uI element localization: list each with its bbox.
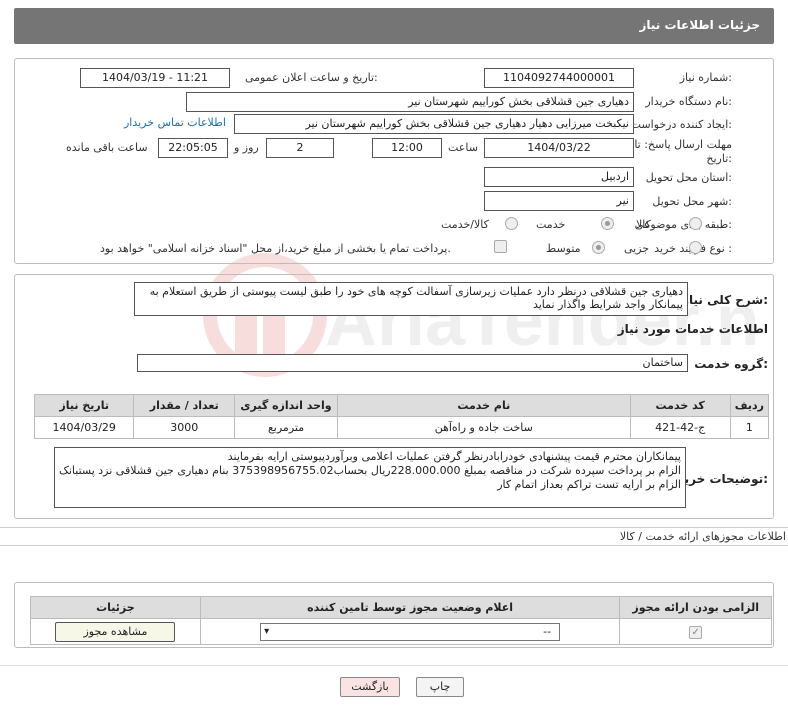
deadline-label-2: تاریخ: <box>706 152 732 165</box>
deadline-date-field: 1404/03/22 <box>484 138 634 158</box>
cell-permit-status: -- ▾ <box>199 618 621 645</box>
category-radio-goods-service[interactable] <box>505 217 518 230</box>
city-field: نیر <box>484 191 634 211</box>
permits-divider <box>0 527 788 528</box>
actions-bar <box>0 665 788 666</box>
info-panel <box>14 58 774 264</box>
table-row: 1404/03/29 3000 مترمربع ساخت جاده و راه‌… <box>33 416 770 439</box>
cell-service-code: ج-42-421 <box>629 416 731 439</box>
permit-status-value: -- <box>543 624 552 638</box>
deadline-time-label: ساعت <box>448 141 478 154</box>
buyer-notes-textarea: پیمانکاران محترم قیمت پیشنهادی خودرابادر… <box>54 447 686 508</box>
buyer-notes-line: پیمانکاران محترم قیمت پیشنهادی خودرابادر… <box>227 450 681 463</box>
remaining-time-field: 22:05:05 <box>158 138 228 158</box>
city-label: شهر محل تحویل: <box>652 195 732 208</box>
process-option-medium: متوسط <box>546 242 581 255</box>
buyer-notes-line: الزام بر پرداخت سپردە شرکت در مناقصه بمب… <box>59 464 681 477</box>
cell-quantity: 3000 <box>133 416 236 439</box>
view-permit-button[interactable]: مشاهده مجوز <box>55 621 176 642</box>
col-details: جزئیات <box>30 596 201 619</box>
col-service-name: نام خدمت <box>336 394 631 417</box>
category-option-service: خدمت <box>536 218 566 231</box>
days-label: روز و <box>234 141 259 154</box>
permits-table: جزئیات اعلام وضعیت مجوز توسط تامین کننده… <box>30 596 772 645</box>
service-group-label: گروه خدمت: <box>694 357 768 371</box>
back-button[interactable]: بازگشت <box>340 677 400 697</box>
col-row: ردیف <box>729 394 770 417</box>
print-button[interactable]: چاپ <box>416 677 464 697</box>
permits-header-row: جزئیات اعلام وضعیت مجوز توسط تامین کننده… <box>30 596 772 619</box>
announce-label: تاریخ و ساعت اعلان عمومی: <box>245 71 378 84</box>
buyer-notes-line: الزام بر ارایه تست تراکم بعداز اتمام کار <box>497 478 681 491</box>
need-number-label: شماره نیاز: <box>679 71 732 84</box>
need-number-field: 1104092744000001 <box>484 68 634 88</box>
category-radio-service[interactable] <box>601 217 614 230</box>
cell-permit-required: ✓ <box>619 618 772 645</box>
province-label: استان محل تحویل: <box>645 171 732 184</box>
summary-label: شرح کلی نیاز: <box>682 293 768 307</box>
process-option-minor: جزیی <box>624 242 650 255</box>
chevron-down-icon: ▾ <box>264 625 270 637</box>
process-radio-medium[interactable] <box>592 241 605 254</box>
payment-note: پرداخت تمام یا بخشی از مبلغ خرید،از محل … <box>100 242 451 255</box>
process-radio-minor[interactable] <box>689 241 702 254</box>
page-header: جزئیات اطلاعات نیاز <box>14 8 774 44</box>
services-header-row: تاریخ نیاز تعداد / مقدار واحد اندازه گیر… <box>33 394 770 417</box>
col-service-code: کد خدمت <box>629 394 731 417</box>
remaining-label: ساعت باقی مانده <box>66 141 148 154</box>
page-title: جزئیات اطلاعات نیاز <box>639 18 760 32</box>
creator-field: نیکبخت میرزایی دهیار دهیاری جین قشلاقی ب… <box>234 114 634 134</box>
col-date: تاریخ نیاز <box>33 394 135 417</box>
cell-date: 1404/03/29 <box>33 416 135 439</box>
announce-field: 1404/03/19 - 11:21 <box>80 68 230 88</box>
col-quantity: تعداد / مقدار <box>133 394 236 417</box>
permits-divider-bottom <box>0 545 788 546</box>
col-permit-status: اعلام وضعیت مجوز توسط تامین کننده <box>199 596 621 619</box>
treasury-checkbox[interactable] <box>494 240 507 253</box>
permit-status-select[interactable]: -- ▾ <box>260 622 561 641</box>
services-section-title: اطلاعات خدمات مورد نیاز <box>617 322 768 336</box>
cell-service-name: ساخت جاده و راه‌آهن <box>336 416 631 439</box>
category-option-goods: کالا <box>636 218 651 231</box>
permits-section-title: اطلاعات مجوزهای ارائه خدمت / کالا <box>619 530 786 543</box>
deadline-time-field: 12:00 <box>372 138 442 158</box>
col-unit: واحد اندازه گیری <box>234 394 338 417</box>
cell-row: 1 <box>729 416 770 439</box>
creator-label: ایجاد کننده درخواست: <box>630 118 732 131</box>
category-option-goods-service: کالا/خدمت <box>441 218 489 231</box>
cell-details: مشاهده مجوز <box>30 618 201 645</box>
province-field: اردبیل <box>484 167 634 187</box>
deadline-label: مهلت ارسال پاسخ: تا <box>634 138 732 151</box>
cell-unit: مترمربع <box>234 416 338 439</box>
buyer-org-label: نام دستگاه خریدار: <box>645 95 732 108</box>
category-radio-goods[interactable] <box>689 217 702 230</box>
contact-buyer-link[interactable]: اطلاعات تماس خریدار <box>124 116 226 129</box>
service-group-field: ساختمان <box>137 354 688 372</box>
days-field: 2 <box>266 138 334 158</box>
buyer-org-field: دهیاری جین قشلاقی بخش کوراییم شهرستان نی… <box>186 92 634 112</box>
summary-textarea: دهیاری جین قشلاقی درنظر دارد عملیات زیرس… <box>134 282 688 316</box>
table-row: مشاهده مجوز -- ▾ ✓ <box>30 618 772 645</box>
required-checkbox: ✓ <box>689 625 703 639</box>
services-table: تاریخ نیاز تعداد / مقدار واحد اندازه گیر… <box>33 394 770 439</box>
col-permit-required: الزامی بودن ارائه مجوز <box>619 596 772 619</box>
